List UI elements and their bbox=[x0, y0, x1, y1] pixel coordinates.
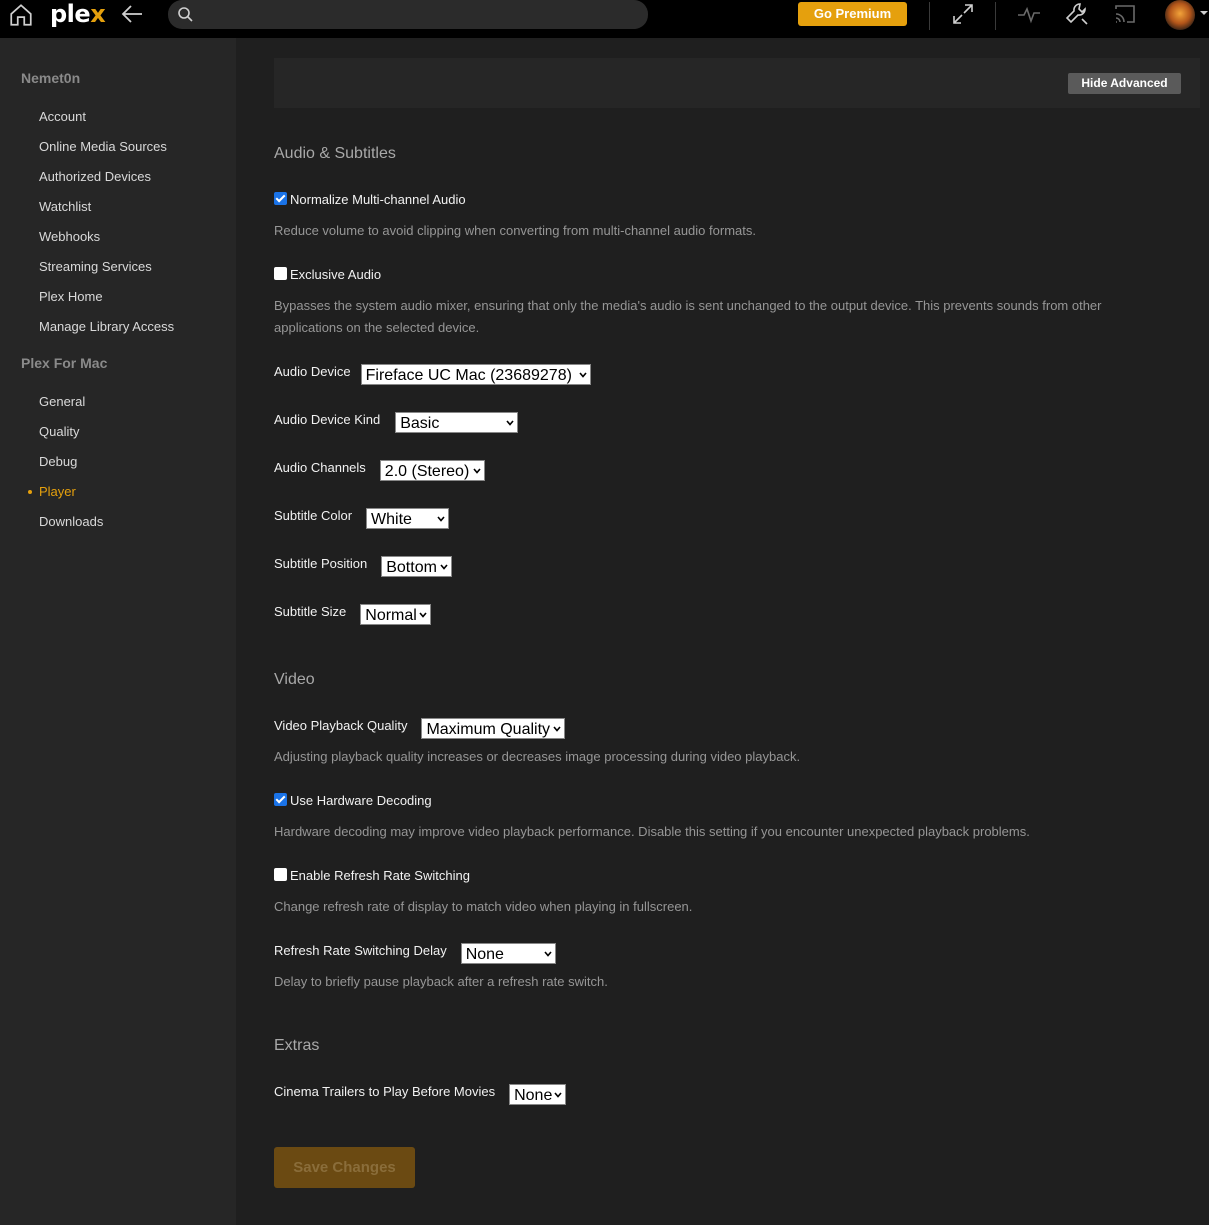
chevron-down-icon bbox=[554, 1092, 562, 1098]
settings-content: Hide Advanced Audio & Subtitles Normaliz… bbox=[236, 38, 1209, 1225]
user-avatar[interactable] bbox=[1165, 0, 1195, 30]
sidebar-item-account[interactable]: Account bbox=[39, 109, 86, 124]
settings-sidebar: Nemet0n Account Online Media Sources Aut… bbox=[0, 38, 236, 1225]
refresh-delay-select[interactable]: None bbox=[460, 943, 556, 964]
audio-device-kind-setting: Audio Device Kind Basic bbox=[274, 412, 519, 433]
divider bbox=[929, 2, 930, 30]
sidebar-item-webhooks[interactable]: Webhooks bbox=[39, 229, 100, 244]
hardware-decoding-setting[interactable]: Use Hardware Decoding bbox=[274, 793, 432, 808]
chevron-down-icon bbox=[473, 468, 481, 474]
sidebar-item-streaming-services[interactable]: Streaming Services bbox=[39, 259, 152, 274]
refresh-switching-setting[interactable]: Enable Refresh Rate Switching bbox=[274, 868, 470, 883]
sidebar-item-watchlist[interactable]: Watchlist bbox=[39, 199, 91, 214]
chevron-down-icon bbox=[506, 420, 514, 426]
search-bar[interactable] bbox=[168, 0, 648, 29]
cinema-trailers-select[interactable]: None bbox=[509, 1084, 567, 1105]
cinema-trailers-setting: Cinema Trailers to Play Before Movies Non… bbox=[274, 1084, 567, 1105]
section-heading-video: Video bbox=[274, 671, 315, 688]
normalize-audio-setting[interactable]: Normalize Multi-channel Audio bbox=[274, 192, 466, 207]
sidebar-section-plex-for-mac: Plex For Mac bbox=[21, 355, 108, 371]
audio-device-kind-select[interactable]: Basic bbox=[395, 412, 519, 433]
search-icon bbox=[178, 7, 193, 22]
sidebar-item-quality[interactable]: Quality bbox=[39, 424, 79, 439]
audio-device-select[interactable]: Fireface UC Mac (23689278) bbox=[360, 364, 591, 385]
subtitle-position-setting: Subtitle Position Bottom bbox=[274, 556, 453, 577]
sidebar-item-general[interactable]: General bbox=[39, 394, 85, 409]
subtitle-color-setting: Subtitle Color White bbox=[274, 508, 450, 529]
normalize-audio-description: Reduce volume to avoid clipping when con… bbox=[274, 223, 756, 238]
settings-wrench-icon[interactable] bbox=[1064, 1, 1090, 27]
section-heading-audio-subtitles: Audio & Subtitles bbox=[274, 145, 396, 162]
cast-icon[interactable] bbox=[1112, 1, 1138, 27]
hardware-decoding-description: Hardware decoding may improve video play… bbox=[274, 824, 1030, 839]
subtitle-size-setting: Subtitle Size Normal bbox=[274, 604, 432, 625]
audio-channels-select[interactable]: 2.0 (Stereo) bbox=[379, 460, 485, 481]
chevron-down-icon bbox=[419, 612, 427, 618]
fullscreen-icon[interactable] bbox=[950, 1, 976, 27]
chevron-down-icon bbox=[553, 726, 562, 732]
back-arrow-icon[interactable] bbox=[120, 3, 144, 25]
exclusive-audio-setting[interactable]: Exclusive Audio bbox=[274, 267, 381, 282]
refresh-delay-setting: Refresh Rate Switching Delay None bbox=[274, 943, 556, 964]
search-input[interactable] bbox=[198, 4, 638, 25]
audio-channels-setting: Audio Channels 2.0 (Stereo) bbox=[274, 460, 485, 481]
chevron-down-icon[interactable] bbox=[1199, 8, 1209, 18]
video-quality-description: Adjusting playback quality increases or … bbox=[274, 749, 801, 764]
divider bbox=[995, 2, 996, 30]
subtitle-position-select[interactable]: Bottom bbox=[381, 556, 453, 577]
top-bar: plex Go Premium bbox=[0, 0, 1209, 38]
chevron-down-icon bbox=[579, 372, 587, 378]
sidebar-item-plex-home[interactable]: Plex Home bbox=[39, 289, 103, 304]
activity-icon[interactable] bbox=[1016, 1, 1042, 27]
active-indicator-dot bbox=[28, 490, 32, 494]
section-heading-extras: Extras bbox=[274, 1037, 320, 1054]
go-premium-button[interactable]: Go Premium bbox=[798, 2, 907, 26]
normalize-audio-checkbox[interactable] bbox=[274, 192, 287, 205]
sidebar-item-authorized-devices[interactable]: Authorized Devices bbox=[39, 169, 151, 184]
audio-device-setting: Audio Device Fireface UC Mac (23689278) bbox=[274, 364, 591, 385]
advanced-header-panel bbox=[274, 58, 1200, 108]
home-icon[interactable] bbox=[8, 2, 34, 28]
chevron-down-icon bbox=[437, 516, 445, 522]
plex-logo[interactable]: plex bbox=[50, 0, 106, 28]
sidebar-item-online-media-sources[interactable]: Online Media Sources bbox=[39, 139, 167, 154]
chevron-down-icon bbox=[440, 564, 448, 570]
hide-advanced-button[interactable]: Hide Advanced bbox=[1068, 73, 1181, 94]
sidebar-section-account: Nemet0n bbox=[21, 70, 81, 86]
sidebar-item-debug[interactable]: Debug bbox=[39, 454, 77, 469]
refresh-switching-checkbox[interactable] bbox=[274, 868, 287, 881]
refresh-switching-description: Change refresh rate of display to match … bbox=[274, 899, 693, 914]
refresh-delay-description: Delay to briefly pause playback after a … bbox=[274, 974, 608, 989]
exclusive-audio-description: Bypasses the system audio mixer, ensurin… bbox=[274, 298, 1102, 335]
sidebar-item-manage-library-access[interactable]: Manage Library Access bbox=[39, 319, 174, 334]
video-quality-setting: Video Playback Quality Maximum Quality bbox=[274, 718, 566, 739]
video-quality-select[interactable]: Maximum Quality bbox=[421, 718, 566, 739]
exclusive-audio-checkbox[interactable] bbox=[274, 267, 287, 280]
hardware-decoding-checkbox[interactable] bbox=[274, 793, 287, 806]
sidebar-item-player[interactable]: Player bbox=[39, 484, 76, 499]
subtitle-color-select[interactable]: White bbox=[366, 508, 450, 529]
subtitle-size-select[interactable]: Normal bbox=[360, 604, 432, 625]
chevron-down-icon bbox=[544, 951, 552, 957]
sidebar-item-downloads[interactable]: Downloads bbox=[39, 514, 103, 529]
save-changes-button[interactable]: Save Changes bbox=[274, 1147, 415, 1188]
